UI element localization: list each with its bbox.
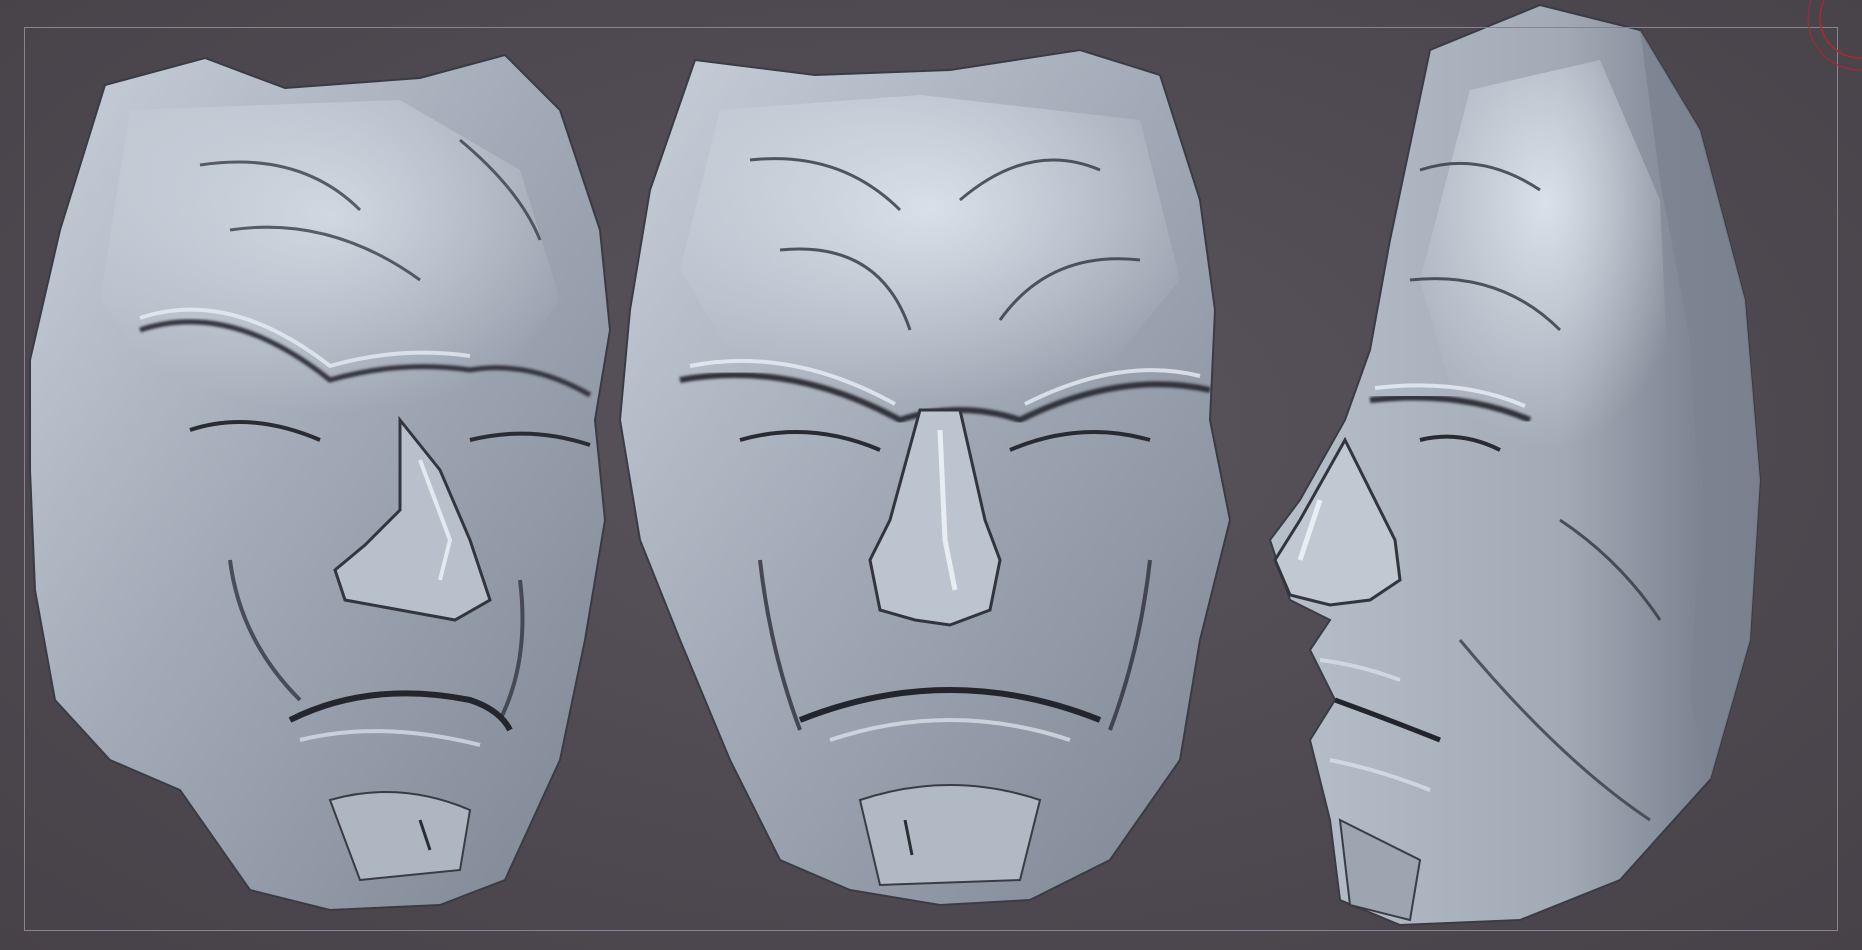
head-side-view[interactable] xyxy=(1268,3,1762,927)
sculpt-scene[interactable] xyxy=(0,0,1862,950)
head-2-chin xyxy=(858,784,1042,887)
navigation-gizmo[interactable] xyxy=(1772,0,1862,90)
head-three-quarter-view[interactable] xyxy=(29,53,612,912)
viewport-canvas[interactable] xyxy=(0,0,1862,950)
head-front-view[interactable] xyxy=(618,48,1232,907)
gizmo-icon xyxy=(1807,0,1862,71)
